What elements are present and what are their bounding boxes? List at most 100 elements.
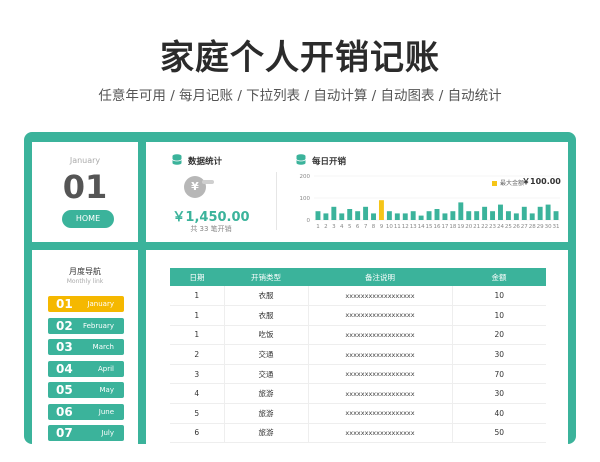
table-row[interactable]: 1 衣服 xxxxxxxxxxxxxxxxxx 10 [170,286,546,307]
table-row[interactable]: 5 旅游 xxxxxxxxxxxxxxxxxx 40 [170,403,546,424]
cell-note: xxxxxxxxxxxxxxxxxx [308,403,453,424]
table-row[interactable]: 6 旅游 xxxxxxxxxxxxxxxxxx 50 [170,423,546,444]
page-subtitle: 任意年可用 / 每月记账 / 下拉列表 / 自动计算 / 自动图表 / 自动统计 [98,88,502,104]
database-icon [172,154,182,165]
nav-item-number: 05 [56,383,73,397]
bar-day-12 [402,213,408,220]
coin-stack-icon [202,180,214,184]
nav-title: 月度导航 [69,267,101,276]
nav-item-number: 06 [56,404,73,419]
nav-item-january[interactable]: 01 January [48,296,124,312]
x-tick-label: 31 [553,224,560,230]
x-tick-label: 21 [473,224,480,230]
y-tick-label: 100 [300,196,311,202]
bar-day-1 [315,211,321,220]
nav-item-label: January [87,300,114,308]
bar-day-18 [450,211,456,220]
x-tick-label: 30 [545,224,552,230]
bar-day-8 [371,213,376,220]
x-tick-label: 8 [372,224,376,230]
bar-day-28 [529,213,535,220]
nav-item-label: May [99,386,114,394]
bar-day-10 [386,211,392,220]
cell-note: xxxxxxxxxxxxxxxxxx [308,423,453,444]
cell-date: 3 [170,364,225,385]
cell-note: xxxxxxxxxxxxxxxxxx [308,383,453,405]
daily-bar-chart: 01002001 2 3 4 5 6 7 8 9 10 11 12 13 14 15 16 17 18 19 20 21… [300,174,560,230]
stats-divider [276,172,277,230]
nav-item-label: February [82,321,114,330]
x-tick-label: 23 [489,224,496,230]
bar-day-30 [545,204,551,220]
x-tick-label: 16 [434,224,441,230]
bar-day-27 [521,206,527,220]
nav-item-july[interactable]: 07 July [48,425,124,441]
nav-item-april[interactable]: 04 April [48,360,124,377]
x-tick-label: 22 [481,224,488,230]
table-row[interactable]: 2 交通 xxxxxxxxxxxxxxxxxx 30 [170,344,546,365]
y-tick-label: 0 [307,218,311,224]
bar-day-13 [410,211,416,220]
bar-day-7 [363,206,369,220]
x-tick-label: 19 [457,224,464,230]
bar-day-15 [426,211,432,220]
nav-item-june[interactable]: 06 June [48,403,124,420]
nav-item-february[interactable]: 02 February [48,317,124,334]
cell-type: 交通 [224,344,309,365]
nav-item-may[interactable]: 05 May [48,382,124,398]
cell-date: 4 [170,383,225,405]
cell-amount: 10 [452,286,546,307]
bar-day-22 [482,206,488,220]
nav-item-march[interactable]: 03 March [48,339,124,355]
table-row[interactable]: 1 吃饭 xxxxxxxxxxxxxxxxxx 20 [170,325,546,346]
bar-day-23 [490,211,496,220]
bar-day-24 [498,204,503,220]
nav-item-label: April [98,364,114,373]
cell-amount: 70 [452,364,546,385]
bar-day-17 [442,213,448,220]
cell-date: 2 [170,344,225,365]
cell-date: 1 [170,286,225,307]
bar-day-21 [474,211,480,220]
home-button[interactable]: HOME [62,210,114,228]
col-type-header: 开销类型 [224,268,308,286]
expense-count: 共 33 笔开销 [190,225,232,233]
cell-date: 6 [170,423,225,444]
daily-title: 每日开销 [312,157,347,167]
cell-date: 5 [170,403,225,424]
bar-day-31 [553,211,559,220]
table-header-row: 日期 开销类型 备注说明 金额 [170,268,546,286]
cell-amount: 20 [452,325,546,346]
x-tick-label: 13 [410,224,417,230]
x-tick-label: 29 [537,224,544,230]
cell-amount: 10 [452,305,546,326]
table-row[interactable]: 4 旅游 xxxxxxxxxxxxxxxxxx 30 [170,383,546,405]
cell-type: 旅游 [224,423,309,444]
bar-day-3 [331,206,337,220]
cell-note: xxxxxxxxxxxxxxxxxx [308,305,453,326]
table-row[interactable]: 3 交通 xxxxxxxxxxxxxxxxxx 70 [170,364,546,385]
total-amount: ￥1,450.00 [172,210,250,225]
page-title: 家庭个人开销记账 [160,38,440,78]
nav-item-number: 04 [56,361,73,376]
x-tick-label: 4 [340,224,344,230]
bar-day-4 [339,213,345,220]
nav-item-label: March [92,343,114,351]
x-tick-label: 28 [529,224,536,230]
expense-table: 日期 开销类型 备注说明 金额 1 衣服 xxxxxxxxxxxxxxxxxx 10 1… [170,268,546,444]
stats-panel: 数据统计 ¥ ￥1,450.00 共 33 笔开销 每日开销 最大金额 ￥100… [146,142,568,242]
cell-note: xxxxxxxxxxxxxxxxxx [308,344,453,365]
x-tick-label: 25 [505,224,512,230]
cell-amount: 30 [452,383,546,405]
cell-note: xxxxxxxxxxxxxxxxxx [308,286,453,307]
nav-item-label: June [98,407,114,416]
cell-note: xxxxxxxxxxxxxxxxxx [308,325,453,346]
x-tick-label: 6 [356,224,360,230]
date-card: January 01 HOME [32,142,138,242]
table-row[interactable]: 1 衣服 xxxxxxxxxxxxxxxxxx 10 [170,305,546,326]
cell-type: 衣服 [224,305,309,326]
col-note-header: 备注说明 [308,268,452,286]
x-tick-label: 2 [324,224,328,230]
col-amount-header: 金额 [452,268,546,286]
bar-day-2 [323,213,329,220]
